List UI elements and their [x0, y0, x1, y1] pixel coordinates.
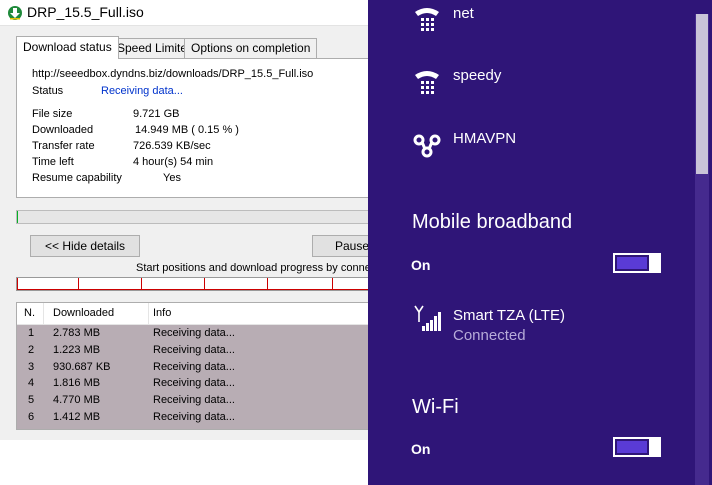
- file-size-value: 9.721 GB: [133, 108, 180, 120]
- download-app-icon: [8, 6, 22, 20]
- connections-table[interactable]: N. Downloaded Info 1 2.783 MB Receiving …: [16, 302, 368, 430]
- row-number: 3: [28, 360, 35, 373]
- row-number: 2: [28, 343, 35, 356]
- network-name-hmavpn[interactable]: HMAVPN: [453, 130, 516, 147]
- dialup-phone-icon[interactable]: [412, 3, 442, 33]
- downloaded-label: Downloaded: [32, 124, 94, 136]
- row-info: Receiving data...: [153, 343, 235, 356]
- download-progress-bar: [16, 210, 368, 224]
- download-window: DRP_15.5_Full.iso Download status Speed …: [0, 0, 368, 485]
- tab-download-status[interactable]: Download status: [16, 36, 119, 59]
- row-number: 5: [28, 394, 35, 407]
- mobile-broadband-toggle-label: On: [411, 257, 431, 273]
- pause-button[interactable]: Pause: [312, 235, 368, 257]
- connections-rows: 1 2.783 MB Receiving data... 2 1.223 MB …: [17, 325, 368, 429]
- title-bar[interactable]: DRP_15.5_Full.iso: [0, 0, 368, 26]
- mobile-connection-name[interactable]: Smart TZA (LTE): [453, 307, 565, 324]
- row-downloaded: 930.687 KB: [53, 360, 111, 373]
- resume-capability-value: Yes: [163, 172, 181, 184]
- networks-panel: net speedy HMAVPN Mobile broadband On Sm…: [368, 0, 712, 485]
- sectors-caption: Start positions and download progress by…: [136, 262, 368, 274]
- cellular-signal-icon: [414, 305, 441, 331]
- row-info: Receiving data...: [153, 360, 235, 373]
- download-progress-fill: [17, 211, 18, 223]
- time-left-value: 4 hour(s) 54 min: [133, 156, 214, 168]
- network-name-speedy[interactable]: speedy: [453, 67, 501, 84]
- download-status-panel: http://seeedbox.dyndns.biz/downloads/DRP…: [16, 58, 368, 198]
- mobile-broadband-heading: Mobile broadband: [412, 211, 573, 233]
- wifi-heading: Wi-Fi: [412, 396, 459, 418]
- row-info: Receiving data...: [153, 377, 235, 390]
- table-row[interactable]: 4 1.816 MB Receiving data...: [17, 375, 368, 392]
- dialup-phone-icon[interactable]: [412, 66, 442, 96]
- wifi-toggle[interactable]: [613, 437, 661, 457]
- downloaded-value: 14.949 MB ( 0.15 % ): [135, 124, 239, 136]
- mobile-broadband-toggle[interactable]: [613, 253, 661, 273]
- status-value: Receiving data...: [101, 85, 183, 97]
- row-downloaded: 1.412 MB: [53, 410, 101, 423]
- column-header-downloaded[interactable]: Downloaded: [53, 307, 114, 319]
- connection-sectors-bar: [16, 277, 368, 291]
- download-url: http://seeedbox.dyndns.biz/downloads/DRP…: [32, 68, 314, 80]
- row-number: 4: [28, 377, 35, 390]
- row-info: Receiving data...: [153, 410, 235, 423]
- vpn-link-icon[interactable]: [412, 130, 442, 160]
- table-row[interactable]: 2 1.223 MB Receiving data...: [17, 342, 368, 359]
- desktop-background: [0, 440, 368, 485]
- row-downloaded: 1.816 MB: [53, 377, 101, 390]
- row-number: 1: [28, 327, 35, 339]
- file-size-label: File size: [32, 108, 73, 120]
- mobile-connection-status: Connected: [453, 327, 526, 344]
- table-row[interactable]: 1 2.783 MB Receiving data...: [17, 325, 368, 342]
- row-info: Receiving data...: [153, 327, 235, 339]
- column-header-n[interactable]: N.: [24, 307, 35, 319]
- panel-scrollbar[interactable]: [695, 14, 709, 485]
- transfer-rate-value: 726.539 KB/sec: [133, 140, 211, 152]
- row-number: 6: [28, 410, 35, 423]
- row-downloaded: 4.770 MB: [53, 394, 101, 407]
- row-downloaded: 2.783 MB: [53, 327, 101, 339]
- wifi-toggle-label: On: [411, 441, 431, 457]
- row-downloaded: 1.223 MB: [53, 343, 101, 356]
- status-label: Status: [32, 85, 64, 97]
- panel-scrollbar-thumb[interactable]: [696, 14, 708, 174]
- network-name-net[interactable]: net: [453, 5, 474, 22]
- tab-options-on-completion[interactable]: Options on completion: [184, 38, 318, 58]
- column-header-info[interactable]: Info: [153, 307, 171, 319]
- hide-details-button[interactable]: << Hide details: [30, 235, 140, 257]
- time-left-label: Time left: [32, 156, 74, 168]
- table-row[interactable]: 5 4.770 MB Receiving data...: [17, 392, 368, 409]
- connections-table-header: N. Downloaded Info: [17, 303, 368, 325]
- transfer-rate-label: Transfer rate: [32, 140, 95, 152]
- row-info: Receiving data...: [153, 394, 235, 407]
- resume-capability-label: Resume capability: [32, 172, 122, 184]
- table-row[interactable]: 6 1.412 MB Receiving data...: [17, 409, 368, 426]
- table-row[interactable]: 3 930.687 KB Receiving data...: [17, 359, 368, 376]
- window-title: DRP_15.5_Full.iso: [27, 4, 144, 20]
